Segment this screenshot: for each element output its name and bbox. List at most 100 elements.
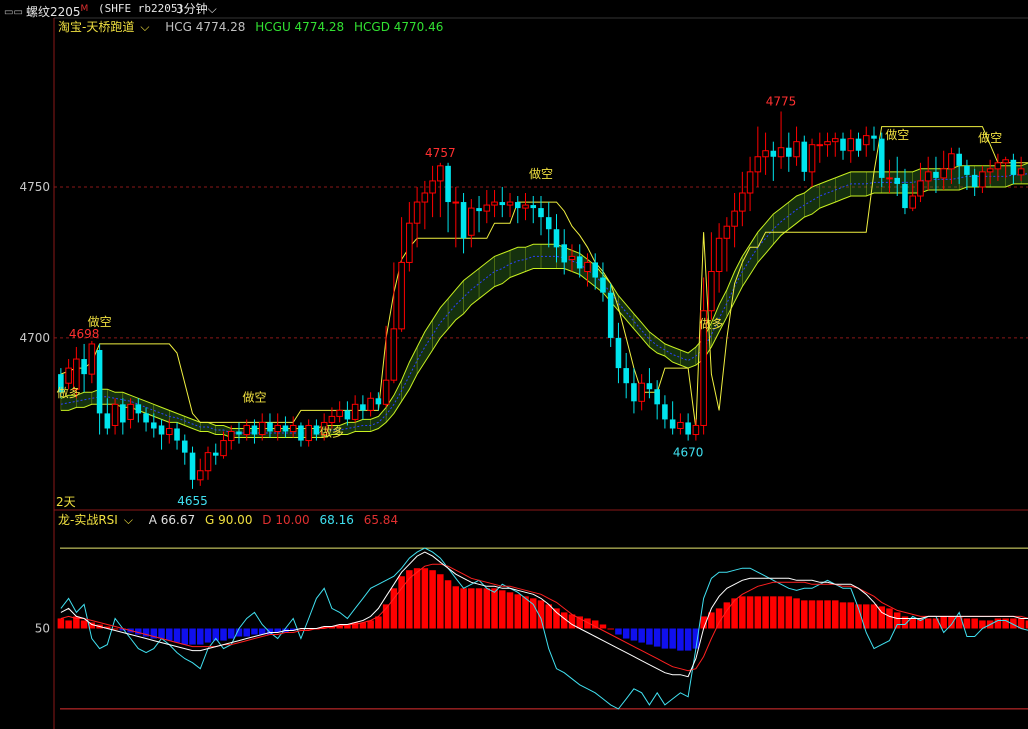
rsi-histogram-bar — [522, 596, 529, 629]
candle-up — [762, 150, 769, 158]
candle-up — [506, 201, 514, 206]
track-lower-line — [60, 183, 1028, 438]
chart-canvas[interactable]: 475047002天4698做空做多4655做空做多4757做空4670做多47… — [0, 0, 1028, 729]
candle-up — [421, 192, 429, 203]
rsi-histogram-bar — [723, 602, 731, 629]
rsi-histogram-bar — [646, 628, 653, 645]
candle-up — [917, 180, 924, 197]
rsi-histogram-bar — [653, 628, 661, 647]
candle-up — [336, 409, 343, 417]
rsi-histogram-bar — [437, 574, 444, 629]
rsi-histogram-bar — [677, 628, 684, 651]
candle-up — [886, 177, 893, 180]
candle-up — [73, 358, 80, 390]
candle-down — [669, 419, 676, 429]
candle-up — [1017, 168, 1025, 176]
candle-up — [824, 141, 831, 146]
candle-up — [111, 403, 119, 426]
rsi-histogram-bar — [893, 612, 901, 629]
candle-up — [677, 421, 684, 429]
candle-up — [468, 207, 475, 236]
candle-down — [445, 165, 451, 203]
candle-up — [452, 201, 460, 204]
rsi-histogram-bar — [398, 576, 405, 629]
rsi-histogram-bar — [158, 628, 165, 639]
candle-up — [808, 144, 816, 173]
rsi-histogram-bar — [801, 600, 808, 629]
candle-up — [979, 171, 986, 188]
rsi-histogram-bar — [661, 628, 669, 649]
candle-up — [708, 270, 715, 312]
candle-down — [499, 202, 506, 206]
rsi-histogram-bar — [173, 628, 181, 643]
candle-down — [685, 422, 691, 435]
rsi-histogram-bar — [568, 614, 576, 629]
candle-up — [274, 424, 281, 433]
legend-slow-value: 65.84 — [363, 513, 399, 527]
rsi-indicator-selector[interactable]: 龙-实战RSI ⌵ — [58, 513, 139, 527]
candle-up — [940, 168, 947, 179]
candle-down — [251, 425, 258, 435]
candle-down — [476, 208, 482, 212]
track-mid-line — [60, 173, 1028, 434]
rsi-histogram-bar — [870, 604, 878, 629]
candle-up — [831, 138, 839, 143]
rsi-histogram-bar — [932, 618, 940, 629]
chart-annotation-sell: 做空 — [978, 130, 1002, 145]
candle-down — [894, 177, 901, 184]
candle-down — [1010, 159, 1017, 175]
candle-up — [88, 343, 96, 375]
candle-down — [553, 229, 560, 248]
candle-up — [816, 144, 824, 147]
candle-up — [862, 135, 870, 146]
legend-rsi-value: 68.16 — [319, 513, 354, 527]
track-band — [60, 163, 1028, 438]
chart-annotation-buy: 做多 — [320, 424, 344, 439]
candle-down — [104, 413, 111, 429]
candle-down — [460, 202, 467, 239]
rsi-histogram-bar — [909, 618, 916, 629]
chevron-down-icon: ⌵ — [140, 20, 150, 34]
candle-down — [770, 150, 777, 157]
price-tick-label: 4750 — [19, 180, 50, 194]
rsi-histogram-bar — [429, 570, 436, 629]
candle-down — [158, 425, 165, 435]
candle-down — [236, 431, 242, 435]
candle-up — [715, 237, 723, 272]
rsi-histogram-bar — [227, 628, 235, 639]
candle-down — [538, 208, 544, 218]
rsi-histogram-bar — [475, 588, 483, 629]
candle-down — [360, 404, 366, 411]
candle-up — [413, 201, 421, 224]
chart-annotation-low: 4655 — [177, 494, 208, 508]
candle-down — [592, 262, 598, 278]
rsi-histogram-bar — [421, 568, 429, 629]
rsi-histogram-bar — [390, 588, 398, 629]
candle-down — [654, 389, 660, 405]
candle-down — [878, 138, 885, 178]
legend-hcgu: HCGU 4774.28 — [255, 20, 345, 34]
main-indicator-selector[interactable]: 淘宝-天桥跑道 ⌵ — [58, 20, 155, 34]
candle-up — [258, 421, 266, 436]
candle-down — [514, 202, 521, 209]
candle-down — [607, 292, 614, 338]
legend-a: A 66.67 — [148, 513, 196, 527]
chart-annotation-low: 4670 — [673, 446, 704, 460]
rsi-histogram-bar — [615, 628, 622, 635]
candle-up — [328, 415, 336, 423]
rsi-histogram-bar — [762, 596, 769, 629]
rsi-histogram-bar — [816, 600, 824, 629]
candle-up — [429, 180, 436, 194]
rsi-histogram-bar — [367, 620, 374, 629]
candle-up — [406, 222, 413, 263]
candle-up — [220, 440, 227, 457]
chart-annotation-high: 4757 — [425, 146, 456, 160]
candle-up — [584, 261, 591, 272]
main-indicator-name: 淘宝-天桥跑道 — [58, 20, 135, 34]
rsi-histogram-bar — [994, 618, 1002, 629]
rsi-histogram-bar — [80, 620, 88, 629]
candle-down — [631, 383, 637, 402]
rsi-histogram-bar — [824, 600, 831, 629]
candle-up — [847, 138, 855, 152]
rsi-indicator-name: 龙-实战RSI — [58, 513, 118, 527]
